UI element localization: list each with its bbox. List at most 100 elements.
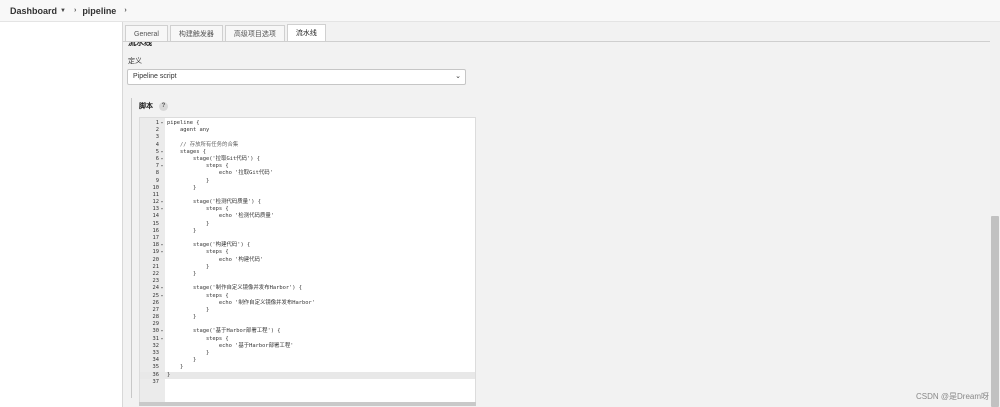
editor-line[interactable]: 8 echo '拉取Git代码' [140, 170, 475, 177]
editor-line[interactable]: 15 } [140, 221, 475, 228]
breadcrumb-separator-icon[interactable]: › [124, 7, 126, 14]
line-number: 30 [152, 328, 160, 335]
line-number: 24 [152, 285, 160, 292]
editor-code-lines[interactable]: 1 ▾ pipeline {2 agent any 3 4 // 存放所有任务的合集 5 ▾… [140, 120, 475, 386]
line-number: 3 [155, 134, 159, 141]
editor-line[interactable]: 4 // 存放所有任务的合集 [140, 142, 475, 149]
script-editor[interactable]: 1 ▾ pipeline {2 agent any 3 4 // 存放所有任务的合集 5 ▾… [139, 117, 476, 403]
tab-pipeline[interactable]: 流水线 [286, 24, 326, 42]
fold-toggle-icon[interactable]: ▾ [159, 336, 165, 343]
editor-line[interactable]: 3 [140, 134, 475, 141]
editor-line[interactable]: 6 ▾ stage('拉取Git代码') { [140, 156, 475, 163]
breadcrumb: Dashboard ▼ › pipeline › [0, 0, 1000, 22]
breadcrumb-dashboard-label: Dashboard [10, 5, 58, 16]
code-text: // 存放所有任务的合集 [167, 141, 239, 148]
breadcrumb-dashboard[interactable]: Dashboard ▼ [10, 6, 66, 16]
editor-line[interactable]: 37 [140, 379, 475, 386]
page-scrollbar-thumb[interactable] [991, 216, 999, 407]
line-number: 25 [152, 292, 160, 299]
editor-line[interactable]: 26 echo '制作自定义镜像并发布Harbor' [140, 300, 475, 307]
editor-line[interactable]: 1 ▾ pipeline { [140, 120, 475, 127]
editor-line[interactable]: 34 } [140, 357, 475, 364]
tab-general[interactable]: General [125, 25, 168, 42]
help-icon[interactable]: ? [159, 101, 168, 111]
line-number: 6 [155, 155, 159, 162]
code-text: agent any [167, 127, 210, 134]
line-number: 28 [152, 314, 160, 321]
editor-line[interactable]: 36} [140, 371, 475, 379]
code-text: echo '拉取Git代码' [167, 170, 273, 177]
line-number: 10 [152, 184, 160, 191]
code-text: } [167, 350, 210, 356]
definition-selected-value: Pipeline script [133, 73, 177, 80]
fold-toggle-icon[interactable]: ▾ [159, 163, 165, 170]
editor-line[interactable]: 5 ▾ stages { [140, 149, 475, 156]
editor-line[interactable]: 20 echo '构建代码' [140, 257, 475, 264]
code-text: } [167, 306, 210, 313]
line-number: 32 [152, 342, 160, 349]
editor-line[interactable]: 28 } [140, 314, 475, 321]
code-text: stage('拉取Git代码') { [167, 155, 260, 162]
editor-line[interactable]: 30 ▾ stage('基于Harbor部署工程') { [140, 328, 475, 335]
code-text: stage('检测代码质量') { [167, 199, 262, 206]
editor-line[interactable]: 22 } [140, 271, 475, 278]
fold-toggle-icon[interactable]: ▾ [159, 156, 165, 163]
line-number: 16 [152, 227, 160, 234]
fold-toggle-icon[interactable]: ▾ [159, 199, 165, 206]
fold-toggle-icon[interactable]: ▾ [159, 149, 165, 156]
editor-line[interactable]: 14 echo '检测代码质量' [140, 213, 475, 220]
editor-line[interactable]: 21 } [140, 264, 475, 271]
line-number: 23 [152, 278, 160, 285]
editor-resize-handle[interactable] [139, 402, 476, 406]
editor-line[interactable]: 11 [140, 192, 475, 199]
code-text: } [167, 371, 171, 378]
code-text: steps { [167, 249, 229, 256]
tab-build-triggers[interactable]: 构建触发器 [169, 25, 223, 42]
line-number: 36 [152, 371, 160, 378]
line-number: 1 [155, 120, 159, 126]
line-number: 4 [155, 141, 159, 148]
definition-select[interactable]: Pipeline script ⌄ [127, 69, 466, 85]
chevron-down-icon[interactable]: ▼ [60, 8, 66, 14]
code-text: } [167, 357, 197, 364]
editor-line[interactable]: 33 } [140, 350, 475, 357]
fold-toggle-icon[interactable]: ▾ [159, 120, 165, 127]
breadcrumb-pipeline[interactable]: pipeline [82, 6, 116, 16]
line-number: 8 [155, 170, 159, 177]
line-number: 5 [155, 148, 159, 155]
code-text: pipeline { [167, 120, 200, 126]
editor-line[interactable]: 27 } [140, 307, 475, 314]
line-number: 11 [152, 191, 160, 198]
editor-line[interactable]: 2 agent any [140, 127, 475, 134]
line-number: 19 [152, 249, 160, 256]
editor-line[interactable]: 18 ▾ stage('构建代码') { [140, 242, 475, 249]
config-tabs: General 构建触发器 高级项目选项 流水线 [125, 24, 328, 42]
code-text: } [167, 184, 197, 191]
editor-line[interactable]: 19 ▾ steps { [140, 249, 475, 256]
editor-line[interactable]: 32 echo '基于Harbor部署工程' [140, 343, 475, 350]
fold-toggle-icon[interactable]: ▾ [159, 328, 165, 335]
editor-line[interactable]: 24 ▾ stage('制作自定义镜像并发布Harbor') { [140, 285, 475, 292]
editor-line[interactable]: 9 } [140, 178, 475, 185]
editor-line[interactable]: 12 ▾ stage('检测代码质量') { [140, 199, 475, 206]
editor-line[interactable]: 31 ▾ steps { [140, 336, 475, 343]
line-number: 20 [152, 256, 160, 263]
fold-toggle-icon[interactable]: ▾ [159, 206, 165, 213]
fold-toggle-icon[interactable]: ▾ [159, 249, 165, 256]
line-number: 15 [152, 220, 160, 227]
code-text: echo '基于Harbor部署工程' [167, 342, 294, 349]
fold-toggle-icon[interactable]: ▾ [159, 293, 165, 300]
tab-advanced-project-options[interactable]: 高级项目选项 [224, 25, 285, 42]
editor-line[interactable]: 35 } [140, 364, 475, 371]
fold-toggle-icon[interactable]: ▾ [159, 242, 165, 249]
line-number: 34 [152, 357, 160, 364]
code-text: } [167, 270, 197, 277]
code-text: } [167, 220, 210, 227]
editor-line[interactable]: 25 ▾ steps { [140, 293, 475, 300]
fold-toggle-icon[interactable]: ▾ [159, 285, 165, 292]
editor-line[interactable]: 16 } [140, 228, 475, 235]
line-number: 27 [152, 306, 160, 313]
editor-line[interactable]: 10 } [140, 185, 475, 192]
code-text: stage('基于Harbor部署工程') { [167, 328, 281, 335]
code-text: } [167, 227, 197, 234]
